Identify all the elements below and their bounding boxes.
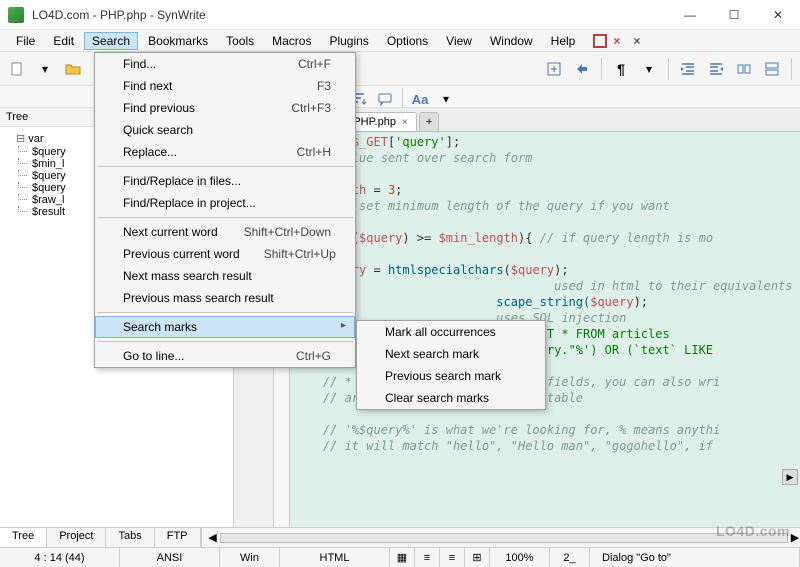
font-case-button[interactable]: Aa <box>409 88 431 110</box>
menu-next-current-word[interactable]: Next current wordShift+Ctrl+Down <box>95 221 355 243</box>
menu-find-previous[interactable]: Find previousCtrl+F3 <box>95 97 355 119</box>
status-encoding[interactable]: ANSI <box>120 548 220 567</box>
close-button[interactable]: ✕ <box>764 8 792 22</box>
close-icon[interactable]: × <box>402 117 408 128</box>
menu-quick-search[interactable]: Quick search <box>95 119 355 141</box>
status-zoom[interactable]: 100% <box>490 548 550 567</box>
menu-macros[interactable]: Macros <box>264 32 319 50</box>
bottom-tab-ftp[interactable]: FTP <box>155 528 201 547</box>
status-language[interactable]: HTML <box>280 548 390 567</box>
menu-find[interactable]: Find...Ctrl+F <box>95 53 355 75</box>
scroll-right-button[interactable]: ▶ <box>782 469 798 485</box>
close-red-icon[interactable]: × <box>613 34 627 48</box>
app-icon <box>8 7 24 23</box>
menu-view[interactable]: View <box>438 32 480 50</box>
toolbar-btn-5[interactable] <box>733 58 755 80</box>
window-title: LO4D.com - PHP.php - SynWrite <box>32 8 676 22</box>
titlebar: LO4D.com - PHP.php - SynWrite — ☐ ✕ <box>0 0 800 30</box>
status-icon-2[interactable]: ≡ <box>415 548 440 567</box>
menu-next-mass-result[interactable]: Next mass search result <box>95 265 355 287</box>
menu-find-next[interactable]: Find nextF3 <box>95 75 355 97</box>
status-message: Dialog "Go to" <box>590 548 800 567</box>
menu-options[interactable]: Options <box>379 32 436 50</box>
toolbar-btn-6[interactable] <box>761 58 783 80</box>
menu-replace[interactable]: Replace...Ctrl+H <box>95 141 355 163</box>
menu-go-to-line[interactable]: Go to line...Ctrl+G <box>95 345 355 367</box>
close-grey-icon[interactable]: × <box>633 34 647 48</box>
menu-search-marks[interactable]: Search marks <box>95 316 355 338</box>
status-icon-3[interactable]: ≡ <box>440 548 465 567</box>
statusbar: 4 : 14 (44) ANSI Win HTML ▦ ≡ ≡ ⊞ 100% 2… <box>0 547 800 567</box>
status-icon-4[interactable]: ⊞ <box>465 548 490 567</box>
dropdown-arrow-3[interactable]: ▾ <box>435 88 457 110</box>
search-menu-dropdown: Find...Ctrl+F Find nextF3 Find previousC… <box>94 52 356 368</box>
bottom-tab-tree[interactable]: Tree <box>0 528 47 547</box>
horizontal-scrollbar[interactable] <box>220 533 789 543</box>
menu-window[interactable]: Window <box>482 32 541 50</box>
menu-plugins[interactable]: Plugins <box>321 32 376 50</box>
menu-edit[interactable]: Edit <box>45 32 82 50</box>
menu-find-in-files[interactable]: Find/Replace in files... <box>95 170 355 192</box>
status-lineending[interactable]: Win <box>220 548 280 567</box>
open-file-button[interactable] <box>62 58 84 80</box>
menubar: File Edit Search Bookmarks Tools Macros … <box>0 30 800 52</box>
indent-right-button[interactable] <box>705 58 727 80</box>
submenu-clear-marks[interactable]: Clear search marks <box>357 387 545 409</box>
menu-find-in-project[interactable]: Find/Replace in project... <box>95 192 355 214</box>
dropdown-arrow[interactable]: ▾ <box>34 58 56 80</box>
status-sel: 2_ <box>550 548 590 567</box>
toolbar-btn-2[interactable] <box>571 58 593 80</box>
toolbar-btn-1[interactable] <box>543 58 565 80</box>
pilcrow-button[interactable]: ¶ <box>610 58 632 80</box>
submenu-mark-all[interactable]: Mark all occurrences <box>357 321 545 343</box>
bottom-tab-project[interactable]: Project <box>47 528 106 547</box>
dropdown-arrow-2[interactable]: ▾ <box>638 58 660 80</box>
menu-tools[interactable]: Tools <box>218 32 262 50</box>
new-file-button[interactable] <box>6 58 28 80</box>
menu-help[interactable]: Help <box>543 32 584 50</box>
menu-prev-mass-result[interactable]: Previous mass search result <box>95 287 355 309</box>
scroll-right-icon[interactable]: ▶ <box>790 531 800 544</box>
comment-button[interactable] <box>374 88 396 110</box>
frame-icon[interactable] <box>593 34 607 48</box>
bottom-panel-tabs: Tree Project Tabs FTP ◀ ▶ <box>0 527 800 547</box>
menu-search[interactable]: Search <box>84 32 138 50</box>
submenu-prev-mark[interactable]: Previous search mark <box>357 365 545 387</box>
indent-left-button[interactable] <box>677 58 699 80</box>
status-position: 4 : 14 (44) <box>0 548 120 567</box>
scroll-left-icon[interactable]: ◀ <box>208 531 218 544</box>
maximize-button[interactable]: ☐ <box>720 8 748 22</box>
menu-bookmarks[interactable]: Bookmarks <box>140 32 216 50</box>
submenu-next-mark[interactable]: Next search mark <box>357 343 545 365</box>
menu-file[interactable]: File <box>8 32 43 50</box>
minimize-button[interactable]: — <box>676 8 704 22</box>
new-tab-button[interactable]: + <box>419 112 439 131</box>
status-icon-1[interactable]: ▦ <box>390 548 415 567</box>
menu-prev-current-word[interactable]: Previous current wordShift+Ctrl+Up <box>95 243 355 265</box>
bottom-tab-tabs[interactable]: Tabs <box>106 528 154 547</box>
search-marks-submenu: Mark all occurrences Next search mark Pr… <box>356 320 546 410</box>
